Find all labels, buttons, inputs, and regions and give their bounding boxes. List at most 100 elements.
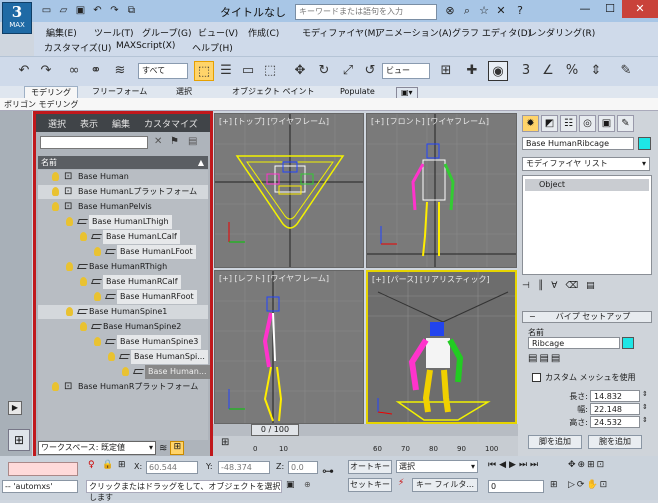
menu-help[interactable]: ヘルプ(H)	[192, 41, 233, 54]
modifier-list-dropdown[interactable]: モディファイヤ リスト ▾	[522, 157, 650, 171]
x-coord-field[interactable]: 60.544	[146, 461, 198, 474]
tree-row[interactable]: Base HumanLFoot	[38, 245, 208, 259]
display-tab-icon[interactable]: ▣	[598, 115, 615, 132]
set-key-button[interactable]: セットキー	[348, 478, 392, 492]
motion-tab-icon[interactable]: ◎	[579, 115, 596, 132]
show-end-result-icon[interactable]: ║	[538, 281, 543, 295]
bulb-icon[interactable]	[66, 217, 73, 226]
bulb-icon[interactable]	[52, 187, 59, 196]
selection-filter-dropdown[interactable]: すべて	[138, 63, 188, 79]
hierarchy-tab-icon[interactable]: ☷	[560, 115, 577, 132]
height-field[interactable]: 24.532	[590, 416, 640, 428]
curve-editor-icon[interactable]: ⊞	[221, 437, 229, 448]
absolute-mode-icon[interactable]: ⊞	[118, 460, 126, 470]
se-menu-edit[interactable]: 編集	[112, 117, 130, 130]
bind-spacewarp-icon[interactable]: ≋	[110, 61, 130, 81]
viewport-label[interactable]: [+] [フロント] [ワイヤフレーム]	[371, 116, 489, 127]
time-tag-icon[interactable]: ▣	[286, 480, 295, 490]
length-field[interactable]: 14.832	[590, 390, 640, 402]
bulb-icon[interactable]	[52, 172, 59, 181]
select-place-icon[interactable]: ↺	[360, 61, 380, 81]
key-filters-button[interactable]: キー フィルタ...	[412, 478, 478, 492]
move-icon[interactable]: ✥	[290, 61, 310, 81]
menu-rendering[interactable]: レンダリング(R)	[528, 26, 595, 39]
bone-color-swatch[interactable]	[622, 337, 634, 349]
track-bar[interactable]: ⊞ 0 10 60 70 80 90 100	[213, 436, 518, 456]
y-coord-field[interactable]: -48.374	[218, 461, 270, 474]
add-time-tag-label[interactable]: ⊕	[304, 480, 311, 489]
configure-sets-icon[interactable]: ▤	[586, 281, 595, 295]
undo-icon[interactable]: ↶	[14, 61, 34, 81]
width-spinner-icon[interactable]: ⇕	[642, 403, 648, 411]
tree-row[interactable]: Base HumanSpi...	[38, 350, 208, 364]
save-icon[interactable]: ▣	[74, 4, 87, 17]
menu-graph-editors[interactable]: グラフ エディタ(D)	[452, 26, 531, 39]
hierarchy-icon[interactable]: ⊞	[170, 441, 185, 455]
tree-row[interactable]: Base HumanLCalf	[38, 230, 208, 244]
menu-view[interactable]: ビュー(V)	[198, 26, 238, 39]
tree-row[interactable]: ⊡ Base HumanLプラットフォーム	[38, 185, 208, 199]
bulb-icon[interactable]	[52, 202, 59, 211]
close-button[interactable]: ✕	[622, 0, 658, 18]
tree-row[interactable]: Base Human...	[38, 365, 210, 379]
unlink-icon[interactable]: ⚭	[86, 61, 106, 81]
tree-row[interactable]: Base HumanSpine3	[38, 335, 208, 349]
bulb-icon[interactable]	[108, 352, 115, 361]
utilities-tab-icon[interactable]: ✎	[617, 115, 634, 132]
menu-maxscript[interactable]: MAXScript(X)	[116, 41, 175, 51]
viewport-perspective[interactable]: [+] [パース] [リアリスティック]	[366, 270, 517, 424]
ribbon-tab-selection[interactable]: 選択	[176, 86, 192, 98]
application-menu-button[interactable]: 3 MAX	[2, 2, 32, 34]
bulb-icon[interactable]	[80, 232, 87, 241]
ribbon-tab-object-paint[interactable]: オブジェクト ペイント	[232, 86, 315, 98]
height-spinner-icon[interactable]: ⇕	[642, 416, 648, 424]
options-icon[interactable]: ▤	[188, 136, 197, 147]
scale-icon[interactable]: ⤢	[338, 61, 358, 81]
viewport-nav-icons-bottom[interactable]: ▷⟳✋⊡	[568, 480, 609, 490]
menu-modifiers[interactable]: モディファイヤ(M)	[302, 26, 379, 39]
bulb-icon[interactable]	[122, 367, 129, 376]
key-selection-dropdown[interactable]: 選択 ▾	[396, 460, 478, 473]
bulb-icon[interactable]	[94, 337, 101, 346]
se-search-input[interactable]	[40, 136, 148, 149]
make-unique-icon[interactable]: ∀	[551, 281, 557, 295]
auto-key-button[interactable]: オートキー	[348, 460, 392, 474]
z-coord-field[interactable]: 0.0	[288, 461, 318, 474]
project-folder-icon[interactable]: ⧉	[125, 4, 138, 17]
viewport-left[interactable]: [+] [レフト] [ワイヤフレーム]	[214, 270, 364, 424]
current-frame-field[interactable]: 0	[488, 480, 544, 493]
workspace-dropdown[interactable]: ワークスペース: 既定値 ▾	[38, 441, 156, 455]
window-crossing-icon[interactable]: ⬚	[260, 61, 280, 81]
selection-lock-icon[interactable]: ♀	[88, 460, 95, 470]
se-menu-customize[interactable]: カスタマイズ	[144, 117, 198, 130]
minimize-button[interactable]: —	[572, 0, 598, 18]
snaps-toggle-icon[interactable]: 3	[516, 61, 536, 81]
time-config-icon[interactable]: ⊞	[550, 480, 558, 490]
tree-row[interactable]: ⊡ Base Human	[38, 170, 208, 184]
time-slider[interactable]: 0 / 100	[213, 424, 518, 436]
layers-icon[interactable]: ≋	[159, 443, 167, 454]
bone-name-field[interactable]: Ribcage	[528, 337, 620, 349]
info-center-icon[interactable]: ⌕	[460, 4, 474, 18]
ribbon-sub-label[interactable]: ポリゴン モデリング	[4, 99, 79, 110]
menu-group[interactable]: グループ(G)	[142, 26, 191, 39]
tree-row[interactable]: Base HumanSpine2	[38, 320, 208, 334]
tree-row[interactable]: ⊡ Base HumanPelvis	[38, 200, 208, 214]
edit-named-selection-icon[interactable]: ✎	[616, 61, 636, 81]
maxscript-listener-top[interactable]	[8, 462, 78, 476]
width-field[interactable]: 22.148	[590, 403, 640, 415]
new-file-icon[interactable]: ▭	[40, 4, 53, 17]
menu-create[interactable]: 作成(C)	[248, 26, 279, 39]
undo-icon[interactable]: ↶	[91, 4, 104, 17]
se-menu-display[interactable]: 表示	[80, 117, 98, 130]
ribbon-tab-freeform[interactable]: フリーフォーム	[92, 86, 147, 98]
lock-icon[interactable]: 🔒	[102, 460, 113, 470]
search-input[interactable]: キーワードまたは語句を入力	[295, 4, 437, 20]
menu-customize[interactable]: カスタマイズ(U)	[44, 41, 111, 54]
select-object-icon[interactable]: ⬚	[194, 61, 214, 81]
tree-row[interactable]: Base HumanSpine1	[38, 305, 208, 319]
bulb-icon[interactable]	[66, 262, 73, 271]
copy-paste-icons[interactable]: ▤▤▤	[528, 353, 562, 364]
bulb-icon[interactable]	[80, 277, 87, 286]
help-icon[interactable]: ?	[513, 4, 527, 18]
